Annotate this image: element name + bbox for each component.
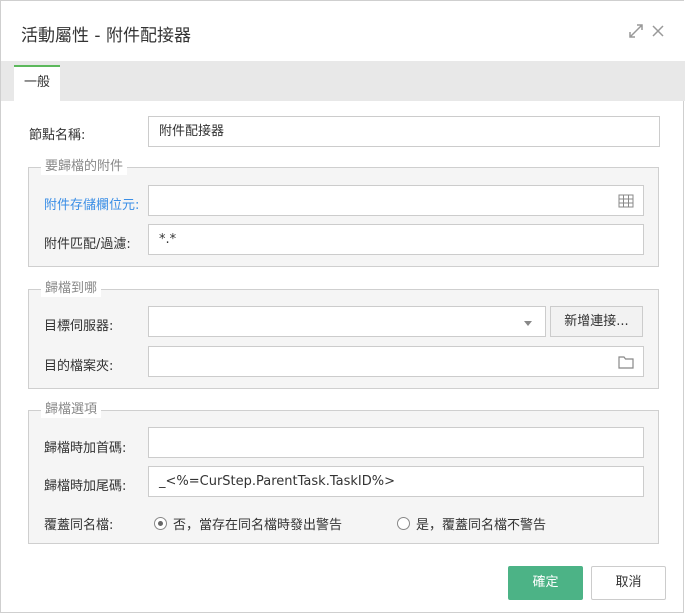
overwrite-option-no-label: 否，當存在同名檔時發出警告 [173,518,343,533]
tab-strip: 一般 [1,61,685,101]
maximize-icon[interactable] [626,21,646,41]
overwrite-option-yes-label: 是，覆蓋同名檔不警告 [416,518,547,533]
new-connection-button[interactable]: 新增連接... [550,306,643,337]
overwrite-label: 覆蓋同名檔: [44,518,114,533]
overwrite-option-yes[interactable]: 是，覆蓋同名檔不警告 [397,514,546,533]
node-name-value: 附件配接器 [159,124,225,139]
target-folder-label: 目的檔案夾: [44,359,114,374]
node-name-input[interactable]: 附件配接器 [148,116,660,147]
options-group-legend: 歸檔選項 [41,402,102,418]
storage-field-input[interactable] [148,185,644,216]
chevron-down-icon[interactable] [519,314,537,332]
radio-unselected-icon[interactable] [397,517,410,530]
node-name-label: 節點名稱: [29,128,86,143]
dialog-titlebar: 活動屬性 - 附件配接器 [1,1,685,61]
table-icon[interactable] [617,192,635,210]
match-filter-label: 附件匹配/過濾: [44,237,131,252]
close-icon[interactable] [648,21,668,41]
target-server-label: 目標伺服器: [44,319,114,334]
match-filter-value: *.* [159,232,177,247]
archive-to-group-legend: 歸檔到哪 [41,281,102,297]
storage-field-label[interactable]: 附件存儲欄位元: [44,194,139,213]
properties-dialog: 活動屬性 - 附件配接器 一般 節點名稱: 附件配接器 要歸檔的附件 附件存儲欄… [0,0,685,613]
suffix-input[interactable]: _<%=CurStep.ParentTask.TaskID%> [148,466,644,497]
dialog-title: 活動屬性 - 附件配接器 [21,26,191,46]
folder-icon[interactable] [617,353,635,371]
suffix-label: 歸檔時加尾碼: [44,479,127,494]
radio-selected-icon[interactable] [154,517,167,530]
match-filter-input[interactable]: *.* [148,224,644,255]
suffix-value: _<%=CurStep.ParentTask.TaskID%> [159,474,395,489]
overwrite-option-no[interactable]: 否，當存在同名檔時發出警告 [154,514,342,533]
target-folder-input[interactable] [148,346,644,377]
tab-general[interactable]: 一般 [14,65,60,101]
cancel-button[interactable]: 取消 [591,566,666,600]
prefix-input[interactable] [148,427,644,458]
prefix-label: 歸檔時加首碼: [44,441,127,456]
target-server-select[interactable] [148,306,546,337]
ok-button[interactable]: 確定 [508,566,583,600]
attachments-group-legend: 要歸檔的附件 [41,159,128,175]
